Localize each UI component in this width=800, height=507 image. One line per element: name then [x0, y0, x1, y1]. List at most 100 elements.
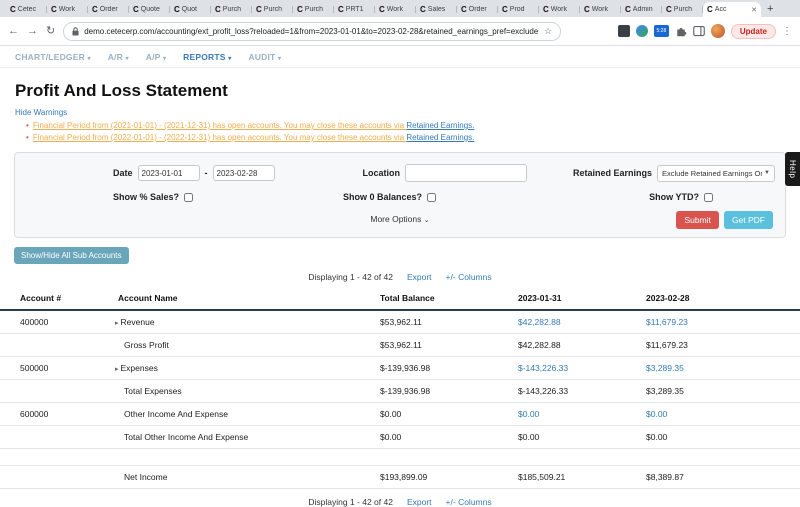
browser-tab[interactable]: C Purch ✕ — [662, 2, 703, 17]
browser-tab[interactable]: C Work ✕ — [47, 2, 88, 17]
pnl-table: Account # Account Name Total Balance 202… — [0, 287, 800, 489]
chevron-down-icon: ▾ — [88, 56, 91, 62]
period-feb-cell[interactable]: $3,289.35 — [640, 357, 800, 380]
profile-avatar[interactable] — [711, 24, 725, 38]
total-balance-cell: $53,962.11 — [374, 334, 512, 357]
cetec-favicon: C — [584, 6, 590, 14]
warning-item: Financial Period from (2022-01-01) - (20… — [26, 133, 785, 142]
retained-earnings-link[interactable]: Retained Earnings. — [406, 133, 474, 142]
account-number-cell — [0, 426, 112, 449]
extensions-puzzle-icon[interactable] — [675, 25, 687, 37]
period-jan-cell[interactable]: $42,282.88 — [512, 310, 640, 334]
expand-icon[interactable]: ▸ — [115, 365, 119, 373]
cetec-favicon: C — [215, 6, 221, 14]
browser-tab[interactable]: C PRT1 ✕ — [334, 2, 375, 17]
tab-title: Prod — [510, 6, 535, 13]
browser-tab[interactable]: C Sales ✕ — [416, 2, 457, 17]
browser-tab[interactable]: C Purch ✕ — [252, 2, 293, 17]
forward-icon[interactable]: → — [27, 26, 38, 37]
export-link[interactable]: Export — [407, 497, 432, 507]
bookmark-star-icon[interactable]: ☆ — [544, 26, 552, 37]
tab-title: Work — [551, 6, 576, 13]
period-feb-cell[interactable]: $8,389.87 — [640, 466, 800, 489]
table-row: ▸Gross Profit $53,962.11 $42,282.88 $11,… — [0, 334, 800, 357]
period-feb-cell[interactable] — [640, 449, 800, 466]
columns-link[interactable]: +/- Columns — [446, 272, 492, 282]
toggle-subaccounts-button[interactable]: Show/Hide All Sub Accounts — [14, 247, 129, 264]
period-jan-cell[interactable]: $-143,226.33 — [512, 357, 640, 380]
period-jan-cell[interactable]: $0.00 — [512, 426, 640, 449]
reload-icon[interactable]: ↻ — [46, 26, 55, 37]
nav-item[interactable]: A/P ▾ — [146, 52, 166, 62]
side-panel-icon[interactable] — [693, 25, 705, 37]
date-label: Date — [113, 168, 133, 178]
displaying-count: Displaying 1 - 42 of 42 — [308, 272, 393, 282]
retained-earnings-select[interactable]: Exclude Retained Earnings On Y ▼ — [657, 165, 775, 182]
browser-tab[interactable]: C Purch ✕ — [211, 2, 252, 17]
address-bar[interactable]: demo.cetecerp.com/accounting/ext_profit_… — [63, 22, 561, 41]
period-jan-cell[interactable]: $0.00 — [512, 403, 640, 426]
date-from-input[interactable] — [138, 165, 200, 181]
expand-icon[interactable]: ▸ — [115, 319, 119, 327]
show-ytd-checkbox[interactable] — [704, 193, 713, 202]
back-icon[interactable]: ← — [8, 26, 19, 37]
tab-title: Acc — [715, 6, 749, 13]
nav-item[interactable]: REPORTS ▾ — [183, 52, 231, 62]
browser-tab[interactable]: C Prod ✕ — [498, 2, 539, 17]
browser-tab[interactable]: C Work ✕ — [539, 2, 580, 17]
show-zero-balances-checkbox[interactable] — [427, 193, 436, 202]
tab-close-icon[interactable]: ✕ — [751, 6, 757, 14]
browser-tab[interactable]: C Cetec ✕ — [6, 2, 47, 17]
hide-warnings-link[interactable]: Hide Warnings — [15, 108, 785, 117]
browser-tab[interactable]: C Order ✕ — [88, 2, 129, 17]
extension-icon[interactable] — [618, 25, 630, 37]
period-feb-cell[interactable]: $0.00 — [640, 403, 800, 426]
browser-menu-icon[interactable]: ⋮ — [782, 26, 792, 37]
browser-tab[interactable]: C Work ✕ — [375, 2, 416, 17]
period-feb-cell[interactable]: $0.00 — [640, 426, 800, 449]
period-jan-cell[interactable] — [512, 449, 640, 466]
browser-tab[interactable]: C Admin ✕ — [621, 2, 662, 17]
location-input[interactable] — [405, 164, 527, 182]
show-sales-checkbox[interactable] — [184, 193, 193, 202]
period-jan-cell[interactable]: $42,282.88 — [512, 334, 640, 357]
table-header-row: Account # Account Name Total Balance 202… — [0, 287, 800, 310]
browser-tab[interactable]: C Acc ✕ — [703, 2, 761, 17]
period-feb-cell[interactable]: $11,679.23 — [640, 334, 800, 357]
browser-tab[interactable]: C Purch ✕ — [293, 2, 334, 17]
browser-toolbar: ← → ↻ demo.cetecerp.com/accounting/ext_p… — [0, 17, 800, 46]
retained-earnings-link[interactable]: Retained Earnings. — [406, 121, 474, 130]
nav-item[interactable]: A/R ▾ — [108, 52, 129, 62]
more-options-toggle[interactable]: More Options ⌄ — [370, 214, 429, 224]
columns-link[interactable]: +/- Columns — [446, 497, 492, 507]
col-account-name: Account Name — [112, 287, 374, 310]
timer-extension-icon[interactable]: 5:28 — [654, 25, 669, 37]
total-balance-cell: $53,962.11 — [374, 310, 512, 334]
period-feb-cell[interactable]: $11,679.23 — [640, 310, 800, 334]
accounting-nav: CHART/LEDGER ▾ A/R ▾ A/P ▾ REPORTS ▾ AUDIT ▾ — [0, 46, 800, 68]
browser-tab[interactable]: C Quote ✕ — [129, 2, 170, 17]
date-separator: - — [205, 168, 208, 178]
new-tab-button[interactable]: + — [767, 4, 773, 15]
get-pdf-button[interactable]: Get PDF — [724, 211, 773, 229]
browser-tab[interactable]: C Quot ✕ — [170, 2, 211, 17]
date-to-input[interactable] — [213, 165, 275, 181]
nav-item[interactable]: CHART/LEDGER ▾ — [15, 52, 91, 62]
update-button[interactable]: Update — [731, 24, 776, 39]
warnings-list: Financial Period from (2021-01-01) - (20… — [26, 121, 785, 142]
nav-item[interactable]: AUDIT ▾ — [248, 52, 281, 62]
extension-icon[interactable] — [636, 25, 648, 37]
browser-tab[interactable]: C Work ✕ — [580, 2, 621, 17]
total-balance-cell: $-139,936.98 — [374, 357, 512, 380]
period-feb-cell[interactable]: $3,289.35 — [640, 380, 800, 403]
submit-button[interactable]: Submit — [676, 211, 718, 229]
browser-tab[interactable]: C Order ✕ — [457, 2, 498, 17]
export-link[interactable]: Export — [407, 272, 432, 282]
period-jan-cell[interactable]: $185,509.21 — [512, 466, 640, 489]
tab-title: Work — [59, 6, 84, 13]
account-name: Net Income — [124, 472, 167, 482]
period-jan-cell[interactable]: $-143,226.33 — [512, 380, 640, 403]
cetec-favicon: C — [543, 6, 549, 14]
help-tab[interactable]: Help — [785, 152, 800, 186]
cetec-favicon: C — [625, 6, 631, 14]
